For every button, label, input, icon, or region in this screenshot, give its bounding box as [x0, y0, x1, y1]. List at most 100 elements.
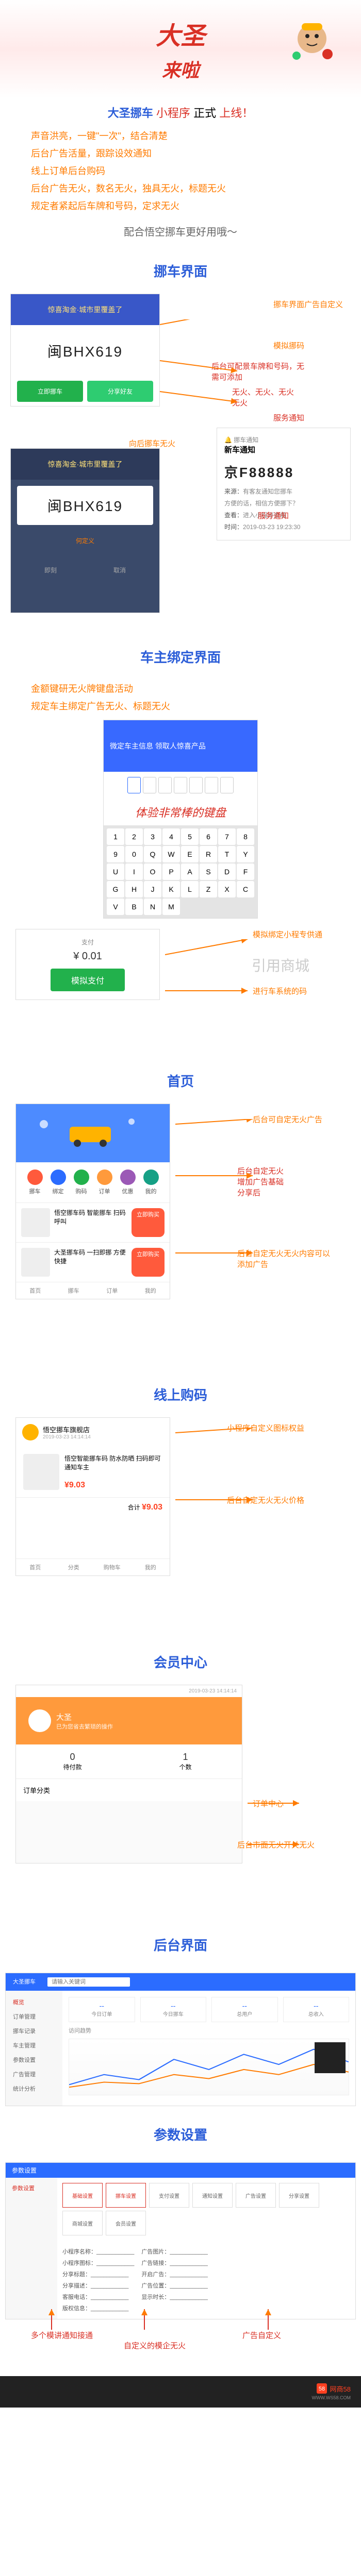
nav-item[interactable]: 挪车 — [55, 1282, 93, 1299]
plate-char-input[interactable] — [143, 777, 156, 793]
search-input[interactable] — [47, 1977, 130, 1987]
plate-char-input[interactable] — [158, 777, 172, 793]
keyboard-key[interactable]: S — [200, 863, 217, 880]
admin-menu-item[interactable]: 订单管理 — [10, 2009, 58, 2024]
admin-menu-item[interactable]: 参数设置 — [10, 2053, 58, 2067]
keyboard-key[interactable]: O — [144, 863, 161, 880]
keyboard-key[interactable]: 2 — [125, 828, 143, 845]
nav-item[interactable]: 分类 — [55, 1559, 93, 1575]
module-item[interactable]: 支付设置 — [149, 2183, 189, 2208]
section-title-shop: 线上购码 — [0, 1371, 361, 1417]
form-field[interactable]: 版权信息：____________ — [62, 2302, 134, 2314]
admin-menu-item[interactable]: 广告管理 — [10, 2067, 58, 2081]
keyboard-key[interactable]: X — [218, 881, 236, 897]
product-row[interactable]: 悟空挪车码 智能挪车 扫码呼叫 立即购买 — [16, 1202, 170, 1242]
form-field[interactable]: 小程序图标：____________ — [62, 2257, 134, 2268]
keyboard-key[interactable]: J — [144, 881, 161, 897]
keyboard-key[interactable]: E — [181, 846, 199, 862]
move-car-button[interactable]: 立即挪车 — [17, 381, 83, 402]
form-field[interactable]: 广告图片：____________ — [141, 2246, 207, 2257]
nav-item[interactable]: 首页 — [16, 1559, 55, 1575]
keyboard-key[interactable]: 6 — [200, 828, 217, 845]
keyboard-key[interactable]: 9 — [107, 846, 124, 862]
module-item[interactable]: 商城设置 — [62, 2211, 103, 2235]
form-field[interactable]: 客服电话：____________ — [62, 2291, 134, 2302]
keyboard-key[interactable]: B — [125, 899, 143, 915]
plate-char-input[interactable] — [189, 777, 203, 793]
keyboard-key[interactable]: 5 — [181, 828, 199, 845]
stat-item[interactable]: 0待付款 — [16, 1744, 129, 1778]
popup-hint: 方便的话，相信方便挪下？ — [224, 497, 343, 509]
keyboard-key[interactable]: N — [144, 899, 161, 915]
form-field[interactable]: 广告链接：____________ — [141, 2257, 207, 2268]
keyboard-key[interactable]: M — [162, 899, 180, 915]
plate-char-input[interactable] — [220, 777, 234, 793]
keyboard-key[interactable]: 3 — [144, 828, 161, 845]
nav-item[interactable]: 购物车 — [93, 1559, 132, 1575]
orders-link[interactable]: 订单分类 — [16, 1778, 242, 1801]
keyboard-key[interactable]: R — [200, 846, 217, 862]
keyboard-key[interactable]: T — [218, 846, 236, 862]
admin-menu-item[interactable]: 挪车记录 — [10, 2024, 58, 2038]
plate-char-input[interactable] — [174, 777, 187, 793]
side-item[interactable]: 参数设置 — [10, 2182, 53, 2194]
plate-char-input[interactable] — [205, 777, 218, 793]
keyboard-key[interactable]: 4 — [162, 828, 180, 845]
keyboard-key[interactable]: 1 — [107, 828, 124, 845]
buy-button[interactable]: 立即购买 — [132, 1208, 165, 1237]
keyboard-key[interactable]: Y — [237, 846, 254, 862]
tab-item[interactable]: 即刻 — [44, 566, 57, 574]
admin-menu-item[interactable]: 车主管理 — [10, 2038, 58, 2053]
tab-item[interactable]: 取消 — [113, 566, 126, 574]
home-icon-item[interactable]: 挪车 — [27, 1170, 43, 1195]
keyboard-key[interactable]: 7 — [218, 828, 236, 845]
form-field[interactable]: 小程序名称：____________ — [62, 2246, 134, 2257]
keyboard-key[interactable]: U — [107, 863, 124, 880]
buy-button[interactable]: 立即购买 — [132, 1248, 165, 1277]
keyboard-key[interactable]: D — [218, 863, 236, 880]
share-button[interactable]: 分享好友 — [87, 381, 153, 402]
form-field[interactable]: 开启广告：____________ — [141, 2268, 207, 2280]
admin-menu-item[interactable]: 统计分析 — [10, 2081, 58, 2096]
nav-item[interactable]: 订单 — [93, 1282, 132, 1299]
keyboard-key[interactable]: V — [107, 899, 124, 915]
keyboard-key[interactable]: 0 — [125, 846, 143, 862]
module-item[interactable]: 广告设置 — [236, 2183, 276, 2208]
home-icon-item[interactable]: 优惠 — [120, 1170, 136, 1195]
keyboard-key[interactable]: P — [162, 863, 180, 880]
nav-item[interactable]: 我的 — [132, 1559, 170, 1575]
module-item[interactable]: 通知设置 — [192, 2183, 233, 2208]
keyboard-key[interactable]: I — [125, 863, 143, 880]
form-field[interactable]: 显示时长：____________ — [141, 2291, 207, 2302]
form-field[interactable]: 分享描述：____________ — [62, 2280, 134, 2291]
nav-item[interactable]: 首页 — [16, 1282, 55, 1299]
keyboard-key[interactable]: G — [107, 881, 124, 897]
module-item[interactable]: 挪车设置 — [106, 2183, 146, 2208]
product-row[interactable]: 大圣挪车码 一扫即挪 方便快捷 立即购买 — [16, 1242, 170, 1282]
stat-item[interactable]: 1个数 — [129, 1744, 242, 1778]
keyboard-key[interactable]: H — [125, 881, 143, 897]
keyboard-key[interactable]: C — [237, 881, 254, 897]
nav-item[interactable]: 我的 — [132, 1282, 170, 1299]
keyboard-key[interactable]: A — [181, 863, 199, 880]
keyboard-key[interactable]: L — [181, 881, 199, 897]
keyboard-key[interactable]: Q — [144, 846, 161, 862]
product-card[interactable]: 悟空智能挪车码 防水防晒 扫码即可通知车主 ¥9.03 — [16, 1447, 170, 1497]
home-icon-item[interactable]: 我的 — [143, 1170, 159, 1195]
form-field[interactable]: 广告位置：____________ — [141, 2280, 207, 2291]
home-icon-item[interactable]: 购码 — [74, 1170, 89, 1195]
module-item[interactable]: 分享设置 — [279, 2183, 319, 2208]
home-icon-item[interactable]: 订单 — [97, 1170, 112, 1195]
keyboard-key[interactable]: W — [162, 846, 180, 862]
keyboard-key[interactable]: F — [237, 863, 254, 880]
module-item[interactable]: 会员设置 — [106, 2211, 146, 2235]
plate-char-input[interactable] — [127, 777, 141, 793]
home-icon-item[interactable]: 绑定 — [51, 1170, 66, 1195]
keyboard-key[interactable]: Z — [200, 881, 217, 897]
admin-menu-item[interactable]: 概览 — [10, 1995, 58, 2009]
keyboard-key[interactable]: 8 — [237, 828, 254, 845]
form-field[interactable]: 分享标题：____________ — [62, 2268, 134, 2280]
keyboard-key[interactable]: K — [162, 881, 180, 897]
module-item[interactable]: 基础设置 — [62, 2183, 103, 2208]
mock-pay-button[interactable]: 模拟支付 — [51, 969, 125, 991]
